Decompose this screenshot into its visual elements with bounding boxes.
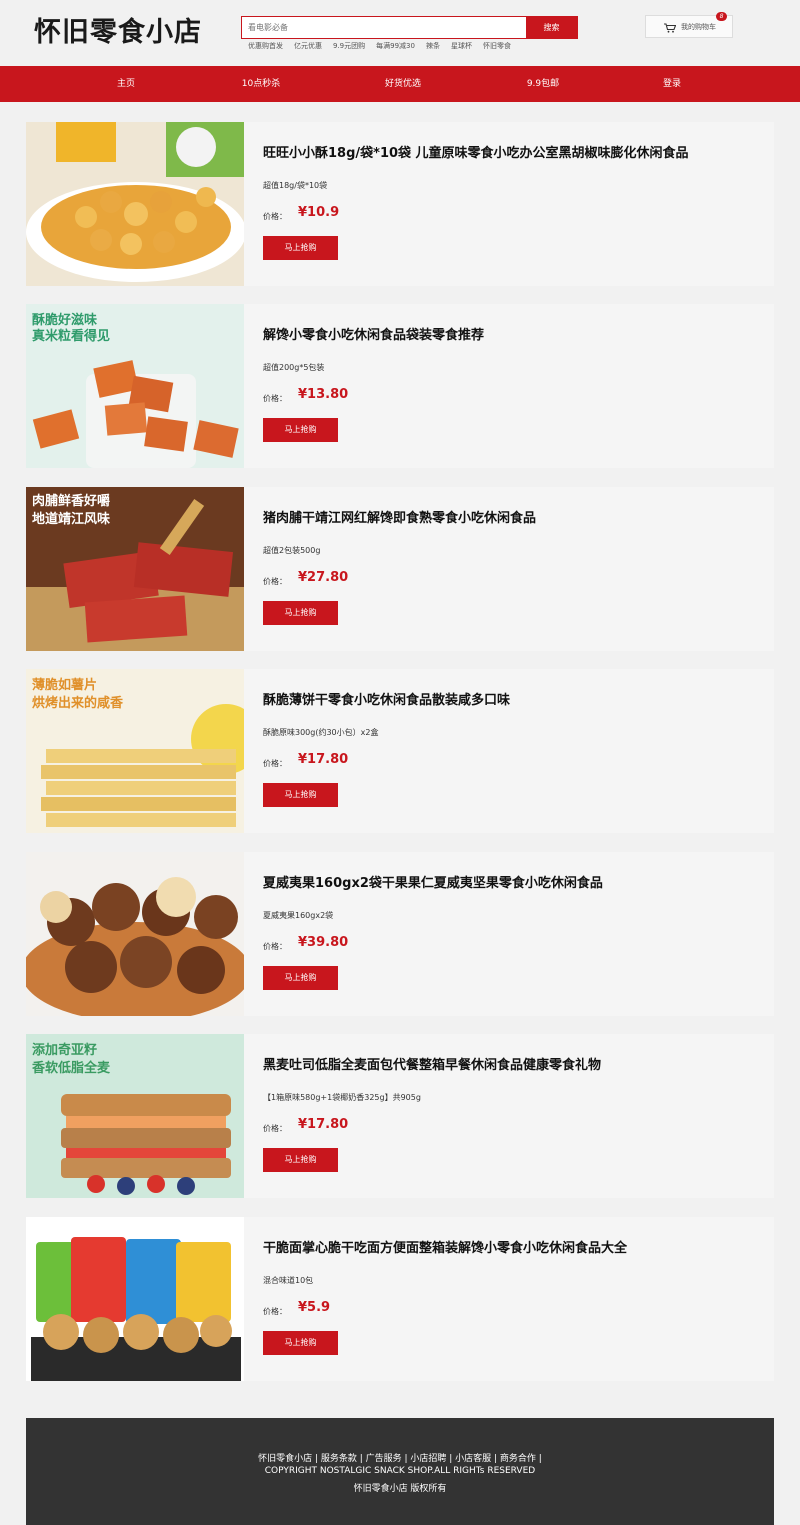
price-label: 价格： (263, 212, 287, 221)
hot-link[interactable]: 优惠购首发 (248, 42, 283, 50)
product-card: 夏威夷果160gx2袋干果果仁夏威夷坚果零食小吃休闲食品 夏威夷果160gx2袋… (26, 852, 774, 1016)
product-title[interactable]: 旺旺小小酥18g/袋*10袋 儿童原味零食小吃办公室黑胡椒味膨化休闲食品 (263, 142, 689, 161)
product-price: ¥5.9 (298, 1300, 331, 1315)
hot-link[interactable]: 9.9元团购 (333, 42, 365, 50)
product-image[interactable]: 薄脆如薯片 烘烤出来的咸香 (26, 669, 244, 833)
product-price: ¥10.9 (298, 205, 340, 220)
buy-now-button[interactable]: 马上抢购 (263, 601, 338, 625)
nav-item-featured[interactable]: 好货优选 (385, 66, 421, 102)
product-spec: 超值18g/袋*10袋 (263, 181, 328, 190)
product-list: 旺旺小小酥18g/袋*10袋 儿童原味零食小吃办公室黑胡椒味膨化休闲食品 超值1… (26, 102, 774, 1418)
product-title[interactable]: 干脆面掌心脆干吃面方便面整箱装解馋小零食小吃休闲食品大全 (263, 1237, 627, 1256)
footer-links[interactable]: 怀旧零食小店 | 服务条款 | 广告服务 | 小店招聘 | 小店客服 | 商务合… (26, 1451, 774, 1464)
product-spec: 混合味道10包 (263, 1276, 314, 1285)
search-input[interactable] (242, 17, 527, 38)
product-spec: 酥脆原味300g(约30小包）x2盒 (263, 728, 379, 737)
buy-now-button[interactable]: 马上抢购 (263, 1148, 338, 1172)
product-card: 肉脯鲜香好嚼 地道靖江风味 猪肉脯干靖江网红解馋即食熟零食小吃休闲食品 超值2包… (26, 487, 774, 651)
product-image[interactable]: 酥脆好滋味 真米粒看得见 (26, 304, 244, 468)
product-spec: 超值2包装500g (263, 546, 321, 555)
price-label: 价格： (263, 394, 287, 403)
nav-item-free-shipping[interactable]: 9.9包邮 (527, 66, 559, 102)
image-caption: 真米粒看得见 (32, 328, 110, 344)
cart-icon (664, 23, 677, 35)
hot-link[interactable]: 星球杯 (451, 42, 472, 50)
image-caption: 香软低脂全麦 (31, 1060, 111, 1076)
site-footer: 怀旧零食小店 | 服务条款 | 广告服务 | 小店招聘 | 小店客服 | 商务合… (26, 1418, 774, 1525)
product-price: ¥39.80 (298, 935, 349, 950)
image-caption: 薄脆如薯片 (32, 677, 97, 693)
price-label: 价格： (263, 759, 287, 768)
footer-rights: 怀旧零食小店 版权所有 (353, 1484, 447, 1494)
product-spec: 超值200g*5包装 (263, 363, 325, 372)
image-caption: 酥脆好滋味 (32, 312, 97, 328)
product-card: 酥脆好滋味 真米粒看得见 解馋小零食小吃休闲食品袋装零食推荐 超值200g*5包… (26, 304, 774, 468)
nav-item-flash-sale[interactable]: 10点秒杀 (242, 66, 280, 102)
product-price: ¥27.80 (298, 570, 349, 585)
product-spec: 夏威夷果160gx2袋 (263, 911, 334, 920)
footer-copyright: COPYRIGHT NOSTALGIC SNACK SHOP.ALL RIGHT… (264, 1466, 536, 1476)
product-title[interactable]: 酥脆薄饼干零食小吃休闲食品散装咸多口味 (263, 689, 510, 708)
product-card: 旺旺小小酥18g/袋*10袋 儿童原味零食小吃办公室黑胡椒味膨化休闲食品 超值1… (26, 122, 774, 286)
nav-item-login[interactable]: 登录 (663, 66, 681, 102)
image-caption: 地道靖江风味 (32, 511, 110, 527)
image-caption: 烘烤出来的咸香 (32, 695, 124, 711)
product-spec: 【1箱原味580g+1袋椰奶香325g】共905g (263, 1093, 421, 1102)
product-title[interactable]: 猪肉脯干靖江网红解馋即食熟零食小吃休闲食品 (263, 507, 536, 526)
hot-link[interactable]: 亿元优惠 (294, 42, 322, 50)
product-image[interactable] (26, 852, 244, 1016)
price-label: 价格： (263, 1307, 287, 1316)
product-title[interactable]: 黑麦吐司低脂全麦面包代餐整箱早餐休闲食品健康零食礼物 (263, 1054, 601, 1073)
buy-now-button[interactable]: 马上抢购 (263, 418, 338, 442)
image-caption: 肉脯鲜香好嚼 (32, 493, 110, 509)
product-price: ¥13.80 (298, 387, 349, 402)
product-card: 薄脆如薯片 烘烤出来的咸香 酥脆薄饼干零食小吃休闲食品散装咸多口味 酥脆原味30… (26, 669, 774, 833)
image-caption: 添加奇亚籽 (32, 1042, 97, 1058)
product-price: ¥17.80 (298, 1117, 349, 1132)
product-title[interactable]: 解馋小零食小吃休闲食品袋装零食推荐 (263, 324, 484, 343)
product-card: 添加奇亚籽 香软低脂全麦 黑麦吐司低脂全麦面包代餐整箱早餐休闲食品健康零食礼物 … (26, 1034, 774, 1198)
site-header: 怀旧零食小店 搜索 优惠购首发 亿元优惠 9.9元团购 每满99减30 辣条 星球杯 怀旧零… (0, 0, 800, 66)
buy-now-button[interactable]: 马上抢购 (263, 966, 338, 990)
product-image[interactable] (26, 1217, 244, 1381)
cart-label: 我的购物车 (681, 23, 716, 31)
buy-now-button[interactable]: 马上抢购 (263, 236, 338, 260)
product-card: 干脆面掌心脆干吃面方便面整箱装解馋小零食小吃休闲食品大全 混合味道10包 价格：… (26, 1217, 774, 1381)
product-image[interactable] (26, 122, 244, 286)
hot-link[interactable]: 辣条 (426, 42, 440, 50)
price-label: 价格： (263, 1124, 287, 1133)
buy-now-button[interactable]: 马上抢购 (263, 783, 338, 807)
price-label: 价格： (263, 577, 287, 586)
nav-item-home[interactable]: 主页 (117, 66, 135, 102)
product-title[interactable]: 夏威夷果160gx2袋干果果仁夏威夷坚果零食小吃休闲食品 (263, 872, 603, 891)
site-logo[interactable]: 怀旧零食小店 (34, 10, 202, 49)
hot-link[interactable]: 每满99减30 (376, 42, 415, 50)
product-image[interactable]: 添加奇亚籽 香软低脂全麦 (26, 1034, 244, 1198)
search-button[interactable]: 搜索 (526, 17, 577, 38)
buy-now-button[interactable]: 马上抢购 (263, 1331, 338, 1355)
product-image[interactable]: 肉脯鲜香好嚼 地道靖江风味 (26, 487, 244, 651)
hot-link[interactable]: 怀旧零食 (483, 42, 511, 50)
hot-search-links: 优惠购首发 亿元优惠 9.9元团购 每满99减30 辣条 星球杯 怀旧零食 (248, 41, 522, 51)
product-price: ¥17.80 (298, 752, 349, 767)
cart-count-badge: 8 (716, 12, 727, 21)
search-bar: 搜索 (241, 16, 578, 39)
cart-button[interactable]: 我的购物车 8 (645, 12, 733, 38)
price-label: 价格： (263, 942, 287, 951)
main-nav: 主页 10点秒杀 好货优选 9.9包邮 登录 (0, 66, 800, 102)
